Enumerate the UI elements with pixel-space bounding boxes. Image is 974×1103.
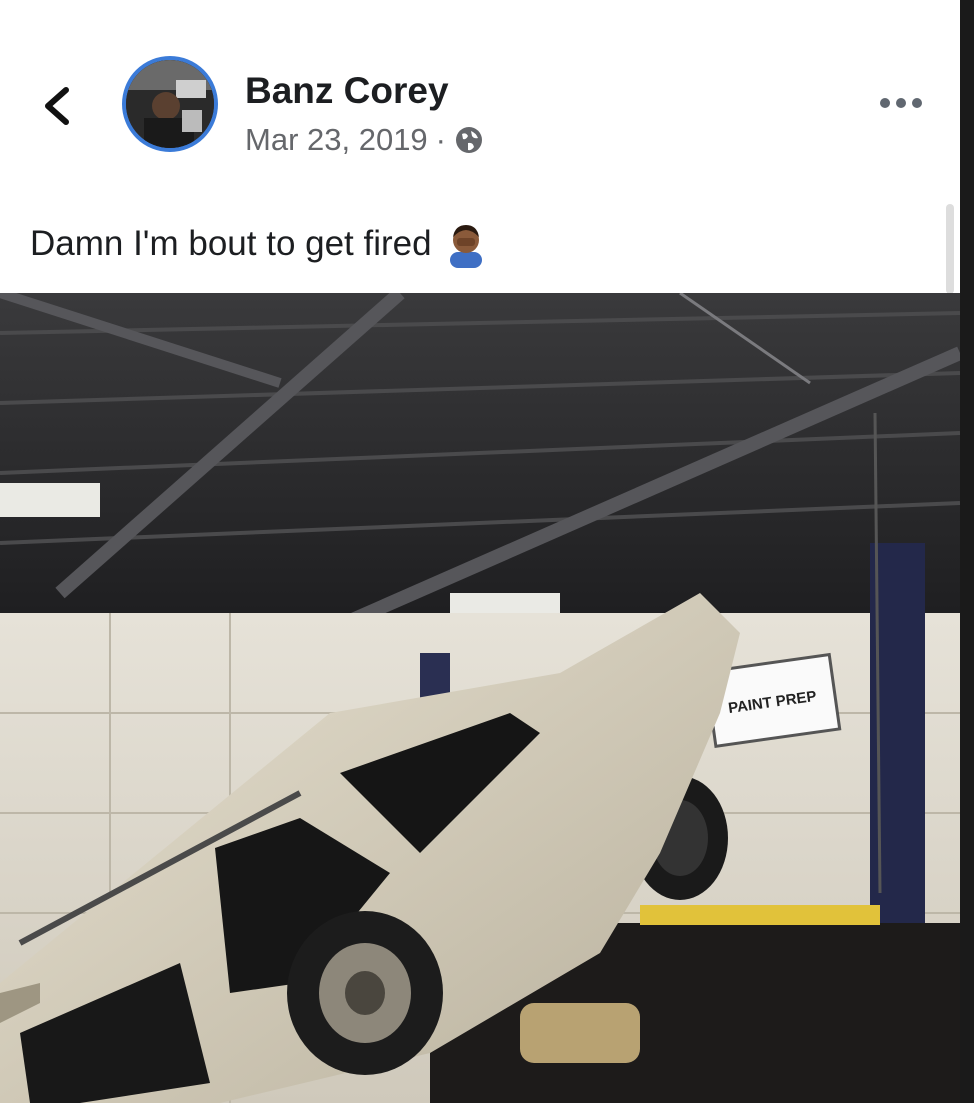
avatar[interactable]	[122, 56, 218, 152]
avatar-photo	[126, 60, 214, 148]
garage-lift-accident-image: PAINT PREP	[0, 293, 960, 1103]
back-arrow-icon[interactable]	[38, 84, 78, 128]
scrollbar[interactable]	[946, 204, 954, 294]
post-header: Banz Corey Mar 23, 2019 · Damn I'm bout …	[0, 0, 960, 294]
post-text: Damn I'm bout to get fired	[30, 224, 432, 263]
post-screen: Banz Corey Mar 23, 2019 · Damn I'm bout …	[0, 0, 974, 1103]
post-body: Damn I'm bout to get fired	[30, 220, 490, 268]
globe-icon	[456, 127, 482, 153]
post-meta: Mar 23, 2019 ·	[245, 122, 484, 158]
meta-separator: ·	[435, 122, 446, 157]
author-name[interactable]: Banz Corey	[245, 70, 449, 112]
post-date[interactable]: Mar 23, 2019	[245, 122, 428, 158]
more-options-icon[interactable]	[878, 94, 924, 112]
person-facepalming-emoji	[449, 225, 482, 268]
post-photo[interactable]: PAINT PREP	[0, 293, 960, 1103]
